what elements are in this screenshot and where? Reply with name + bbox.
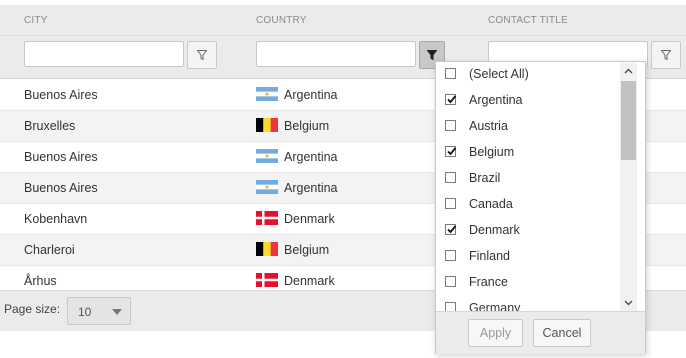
checkmark-icon bbox=[447, 95, 457, 104]
city-cell: Buenos Aires bbox=[24, 88, 98, 102]
city-cell: Kobenhavn bbox=[24, 212, 88, 226]
country-filter-input[interactable] bbox=[256, 41, 416, 67]
caret-down-icon bbox=[112, 309, 122, 315]
country-name: Argentina bbox=[284, 181, 338, 195]
country-filter-popup: (Select All) Argentina Austria Belgium Brazi… bbox=[435, 61, 646, 354]
checkmark-icon bbox=[447, 147, 457, 156]
filter-popup-footer: Apply Cancel bbox=[436, 311, 645, 354]
denmark-flag-icon bbox=[256, 273, 284, 288]
filter-option[interactable]: Denmark bbox=[436, 218, 619, 244]
filter-option[interactable]: (Select All) bbox=[436, 62, 619, 88]
scroll-down-icon[interactable] bbox=[624, 298, 633, 307]
country-name: Belgium bbox=[284, 243, 330, 257]
filter-option-label: Brazil bbox=[469, 171, 501, 185]
filter-option-label: Germany bbox=[469, 301, 521, 311]
city-filter-input[interactable] bbox=[24, 41, 184, 67]
filter-option-label: (Select All) bbox=[469, 67, 529, 81]
country-name: Denmark bbox=[284, 274, 335, 288]
checkbox-unchecked[interactable] bbox=[445, 250, 456, 261]
country-name: Argentina bbox=[284, 150, 338, 164]
filter-option[interactable]: Argentina bbox=[436, 88, 619, 114]
belgium-flag-icon bbox=[256, 242, 284, 257]
filter-options-list[interactable]: (Select All) Argentina Austria Belgium Brazi… bbox=[436, 62, 619, 311]
country-cell: Argentina bbox=[256, 173, 338, 203]
checkbox-unchecked[interactable] bbox=[445, 68, 456, 79]
filter-icon bbox=[661, 50, 671, 60]
apply-button[interactable]: Apply bbox=[468, 319, 523, 347]
country-name: Argentina bbox=[284, 88, 338, 102]
filter-option[interactable]: France bbox=[436, 270, 619, 296]
column-header-contact-title[interactable]: CONTACT TITLE bbox=[488, 15, 568, 26]
city-filter-button[interactable] bbox=[187, 41, 217, 69]
filter-icon bbox=[197, 50, 207, 60]
filter-option[interactable]: Canada bbox=[436, 192, 619, 218]
scroll-up-icon[interactable] bbox=[624, 67, 633, 76]
filter-option[interactable]: Austria bbox=[436, 114, 619, 140]
country-cell: Denmark bbox=[256, 204, 335, 234]
filter-option-label: Belgium bbox=[469, 145, 515, 159]
filter-option-label: Canada bbox=[469, 197, 513, 211]
filter-active-icon bbox=[427, 50, 437, 60]
filter-option-label: Argentina bbox=[469, 93, 523, 107]
column-header-city[interactable]: CITY bbox=[24, 15, 48, 26]
scrollbar-thumb[interactable] bbox=[621, 81, 636, 160]
country-cell: Belgium bbox=[256, 111, 329, 141]
filter-option[interactable]: Germany bbox=[436, 296, 619, 311]
filter-option-label: France bbox=[469, 275, 508, 289]
checkbox-checked[interactable] bbox=[445, 146, 457, 157]
filter-option-label: Finland bbox=[469, 249, 510, 263]
city-cell: Charleroi bbox=[24, 243, 75, 257]
column-header-country[interactable]: COUNTRY bbox=[256, 15, 307, 26]
checkmark-icon bbox=[447, 225, 457, 234]
country-cell: Argentina bbox=[256, 80, 338, 110]
filter-option[interactable]: Brazil bbox=[436, 166, 619, 192]
filter-option-label: Austria bbox=[469, 119, 508, 133]
country-name: Denmark bbox=[284, 212, 335, 226]
cancel-button[interactable]: Cancel bbox=[533, 319, 591, 347]
filter-list-scrollbar[interactable] bbox=[620, 63, 637, 311]
belgium-flag-icon bbox=[256, 118, 284, 133]
checkbox-checked[interactable] bbox=[445, 94, 457, 105]
grid-header-row: CITY COUNTRY CONTACT TITLE bbox=[0, 5, 686, 36]
filter-option[interactable]: Belgium bbox=[436, 140, 619, 166]
filter-option-label: Denmark bbox=[469, 223, 520, 237]
country-cell: Argentina bbox=[256, 142, 338, 172]
checkbox-unchecked[interactable] bbox=[445, 120, 456, 131]
page-size-select[interactable]: 10 bbox=[67, 297, 131, 325]
filter-option[interactable]: Finland bbox=[436, 244, 619, 270]
checkbox-unchecked[interactable] bbox=[445, 198, 456, 209]
city-cell: Bruxelles bbox=[24, 119, 76, 133]
country-cell: Belgium bbox=[256, 235, 329, 265]
country-name: Belgium bbox=[284, 119, 330, 133]
page-size-value: 10 bbox=[78, 305, 92, 319]
denmark-flag-icon bbox=[256, 211, 284, 226]
argentina-flag-icon bbox=[256, 87, 284, 102]
argentina-flag-icon bbox=[256, 180, 284, 195]
city-cell: Buenos Aires bbox=[24, 150, 98, 164]
contact-title-filter-button[interactable] bbox=[651, 41, 681, 69]
argentina-flag-icon bbox=[256, 149, 284, 164]
checkbox-unchecked[interactable] bbox=[445, 302, 456, 311]
city-cell: Buenos Aires bbox=[24, 181, 98, 195]
checkbox-unchecked[interactable] bbox=[445, 172, 456, 183]
page-size-label: Page size: bbox=[4, 302, 61, 316]
checkbox-checked[interactable] bbox=[445, 224, 457, 235]
checkbox-unchecked[interactable] bbox=[445, 276, 456, 287]
